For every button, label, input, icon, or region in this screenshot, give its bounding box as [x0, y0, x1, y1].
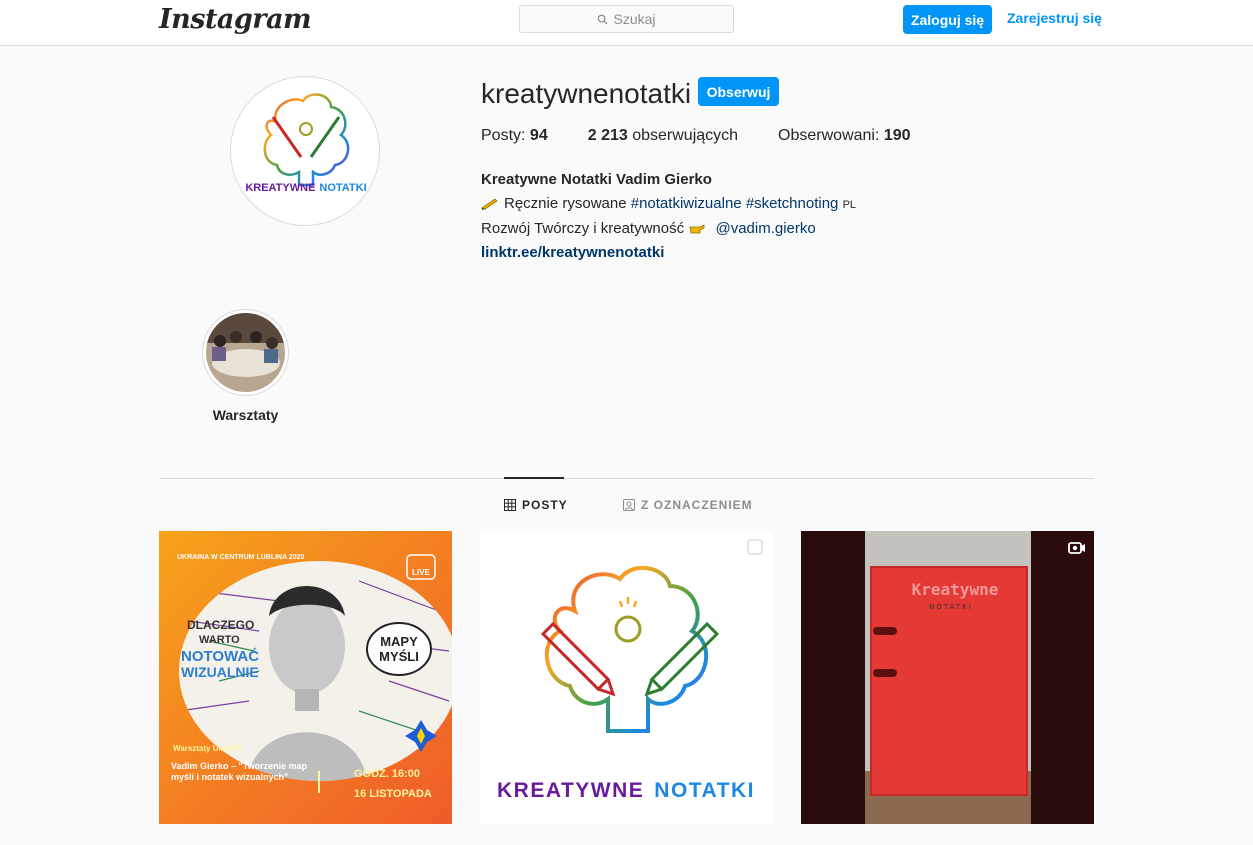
- post1-headline-2: WARTO: [199, 634, 240, 646]
- post1-time: GODZ. 16:00: [354, 768, 420, 780]
- post1-date: 16 LISTOPADA: [354, 788, 432, 800]
- post-tile-2[interactable]: KREATYWNE NOTATKI: [480, 531, 773, 824]
- post1-headline-1: DLACZEGO: [187, 618, 254, 632]
- profile-bio: Kreatywne Notatki Vadim Gierko Ręcznie r…: [481, 168, 856, 265]
- profile-avatar[interactable]: KREATYWNE NOTATKI: [230, 76, 380, 226]
- post1-live-label: LIVE: [412, 568, 430, 577]
- following-label: Obserwowani:: [778, 127, 880, 144]
- profile-username: kreatywnenotatki: [481, 78, 692, 109]
- post-tile-3[interactable]: Kreatywne NOTATKI: [801, 531, 1094, 824]
- following-count: 190: [883, 127, 911, 144]
- tabs-divider: [159, 478, 1094, 479]
- search-icon: [598, 14, 609, 25]
- tab-posts[interactable]: POSTY: [504, 498, 568, 512]
- active-tab-indicator: [504, 477, 564, 479]
- post1-workshop: Warsztaty UkrART: [173, 744, 243, 753]
- top-nav: Instagram Szukaj Zaloguj się Zarejestruj…: [0, 0, 1253, 46]
- post1-header: UKRAINA W CENTRUM LUBLINA 2020: [177, 554, 305, 561]
- post1-bubble-1: MAPY: [380, 634, 418, 649]
- post1-headline-3: NOTOWAĆ: [181, 647, 259, 665]
- register-link[interactable]: Zarejestruj się: [1007, 10, 1102, 26]
- binder-title: Kreatywne: [912, 580, 999, 599]
- video-icon: [1068, 542, 1085, 554]
- post1-speaker: Vadim Gierko – "Tworzenie map myśli i no…: [171, 761, 308, 782]
- hashtag-sketchnoting[interactable]: #sketchnoting: [746, 195, 839, 212]
- posts-stat: Posty: 94: [481, 127, 548, 145]
- followers-stat[interactable]: 2 213 obserwujących: [588, 127, 738, 145]
- following-stat[interactable]: Obserwowani: 190: [778, 127, 911, 145]
- posts-count: 94: [529, 127, 548, 144]
- highlight-label: Warsztaty: [212, 407, 279, 423]
- post1-bubble-2: MYŚLI: [379, 649, 419, 664]
- search-input[interactable]: Szukaj: [519, 5, 734, 33]
- bio-language-marker: PL: [842, 199, 857, 211]
- followers-count: 2 213: [587, 127, 628, 144]
- brand-logo-icon: KREATYWNE NOTATKI: [245, 93, 367, 194]
- search-placeholder: Szukaj: [613, 11, 656, 27]
- profile-stats: Posty: 94 2 213 obserwujących Obserwowan…: [481, 127, 951, 145]
- avatar-logo-text: KREATYWNE NOTATKI: [245, 182, 366, 194]
- tab-tagged[interactable]: Z OZNACZENIEM: [623, 498, 753, 512]
- followers-label: obserwujących: [632, 127, 739, 144]
- follow-button[interactable]: Obserwuj: [698, 77, 779, 106]
- instagram-logo[interactable]: Instagram: [159, 4, 312, 35]
- login-button[interactable]: Zaloguj się: [903, 5, 992, 34]
- highlight-thumbnail: [206, 313, 285, 392]
- post-tile-1[interactable]: UKRAINA W CENTRUM LUBLINA 2020 LIVE DLAC…: [159, 531, 452, 824]
- bio-external-link[interactable]: linktr.ee/kreatywnenotatki: [481, 241, 856, 265]
- post2-logo-text: KREATYWNE NOTATKI: [497, 779, 755, 802]
- pointing-hand-icon: [689, 224, 705, 234]
- posts-label: Posty:: [481, 127, 526, 144]
- mention-vadim-gierko[interactable]: @vadim.gierko: [715, 220, 815, 237]
- bio-line-2: Rozwój Twórczy i kreatywność @vadim.gier…: [481, 220, 816, 237]
- binder-subtitle: NOTATKI: [929, 603, 973, 611]
- highlight-warsztaty[interactable]: [202, 309, 289, 396]
- carousel-icon: [747, 539, 763, 555]
- post1-headline-4: WIZUALNIE: [181, 664, 259, 680]
- bio-line-1: Ręcznie rysowane #notatkiwizualne #sketc…: [481, 192, 856, 217]
- hashtag-notatkiwizualne[interactable]: #notatkiwizualne: [631, 195, 742, 212]
- writing-hand-icon: [481, 198, 498, 210]
- grid-icon: [504, 499, 516, 511]
- tagged-user-icon: [623, 499, 635, 511]
- bio-full-name: Kreatywne Notatki Vadim Gierko: [481, 171, 712, 188]
